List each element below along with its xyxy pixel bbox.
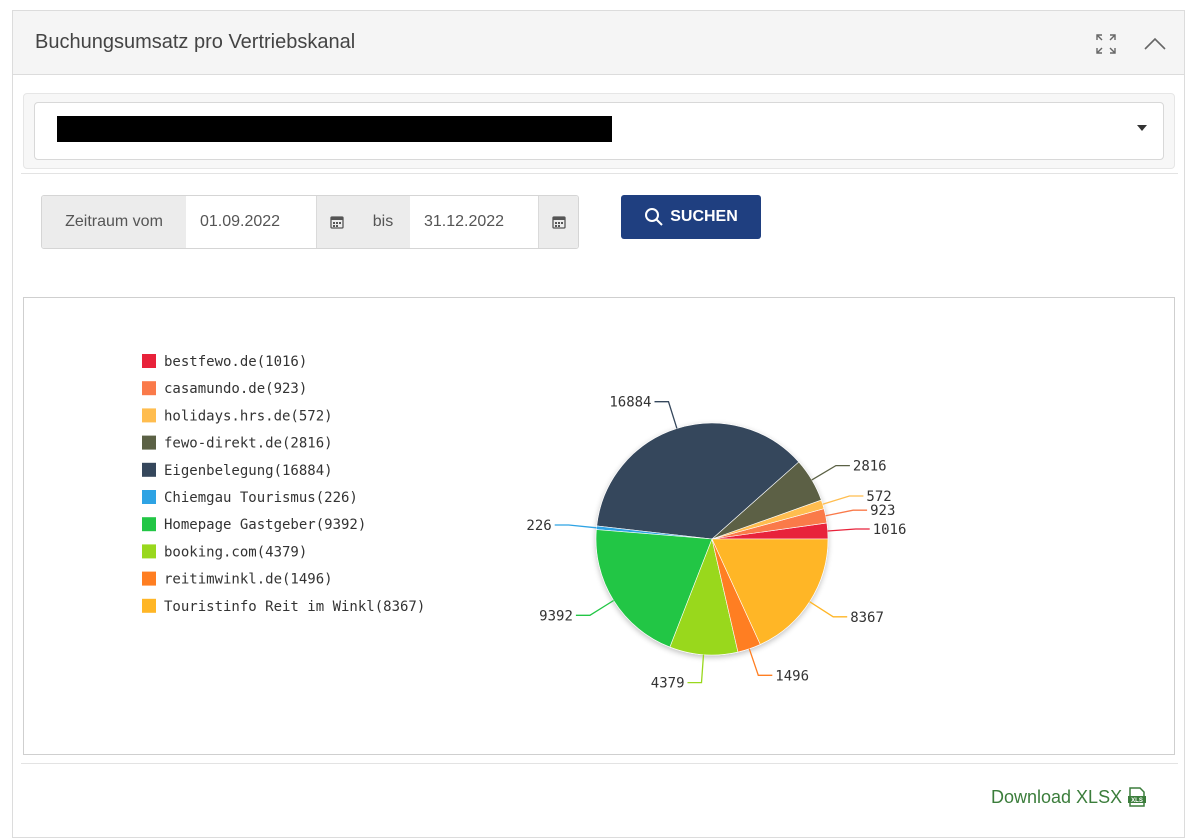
slice-value-label: 1016 (873, 522, 907, 538)
select-wrapper (23, 93, 1175, 169)
legend-label[interactable]: Homepage Gastgeber(9392) (164, 517, 366, 533)
caret-down-icon (1137, 125, 1147, 131)
leader-line (575, 599, 614, 616)
search-button-label: SUCHEN (670, 208, 738, 225)
legend-label[interactable]: reitimwinkl.de(1496) (164, 572, 333, 588)
pie-chart-area: bestfewo.de(1016) casamundo.de(923) holida… (23, 297, 1175, 755)
legend-label[interactable]: casamundo.de(923) (164, 381, 307, 397)
svg-text:XLS: XLS (1131, 798, 1143, 804)
leader-line (827, 528, 870, 532)
date-range-group: Zeitraum vom 01.09.2022 bis 31.12.2022 (41, 195, 579, 249)
object-select[interactable] (34, 102, 1164, 160)
date-from-input[interactable]: 01.09.2022 (186, 196, 316, 248)
chart-panel: Buchungsumsatz pro Vertriebskanal Zeitra… (12, 10, 1185, 838)
legend-label[interactable]: holidays.hrs.de(572) (164, 408, 333, 424)
leader-line (748, 648, 773, 676)
chevron-up-icon[interactable] (1140, 29, 1170, 59)
xlsx-file-icon: XLS (1128, 787, 1147, 807)
slice-value-label: 9392 (539, 608, 573, 624)
legend-swatch (142, 381, 156, 396)
slice-value-label: 923 (870, 503, 895, 519)
date-to-input[interactable]: 31.12.2022 (410, 196, 538, 248)
slice-value-label: 572 (866, 489, 891, 505)
leader-line (811, 464, 850, 481)
leader-line (809, 601, 848, 618)
legend-swatch (142, 462, 156, 477)
leader-line (687, 654, 705, 684)
legend-swatch (142, 408, 156, 423)
panel-header: Buchungsumsatz pro Vertriebskanal (13, 11, 1184, 75)
slice-value-label: 226 (526, 518, 551, 534)
legend-label[interactable]: fewo-direkt.de(2816) (164, 436, 333, 452)
expand-icon[interactable] (1091, 29, 1121, 59)
date-to-label: bis (356, 196, 410, 248)
legend-swatch (142, 598, 156, 613)
legend-swatch (142, 435, 156, 450)
download-label: Download XLSX (991, 786, 1123, 807)
slice-value-label: 2816 (853, 459, 887, 475)
divider (21, 173, 1178, 174)
search-button[interactable]: SUCHEN (621, 195, 761, 239)
redacted-selection (57, 116, 612, 142)
slice-value-label: 16884 (609, 395, 651, 411)
legend-label[interactable]: Chiemgau Tourismus(226) (164, 490, 358, 506)
leader-line (654, 401, 678, 429)
slice-value-label: 1496 (775, 668, 809, 684)
search-icon (645, 208, 663, 226)
slice-value-label: 4379 (651, 676, 685, 692)
pie-slices (595, 422, 829, 656)
calendar-icon[interactable] (538, 196, 578, 248)
legend-swatch (142, 354, 156, 368)
legend-swatch (142, 490, 156, 504)
date-from-label: Zeitraum vom (42, 196, 186, 248)
legend-label[interactable]: bestfewo.de(1016) (164, 354, 307, 370)
legend-swatch (142, 517, 156, 532)
leader-line (554, 524, 597, 529)
pie-chart: bestfewo.de(1016) casamundo.de(923) holida… (142, 354, 907, 692)
panel-title: Buchungsumsatz pro Vertriebskanal (35, 31, 356, 53)
divider (21, 763, 1178, 764)
legend-swatch (142, 571, 156, 586)
leader-line (822, 495, 864, 505)
legend-label[interactable]: Eigenbelegung(16884) (164, 463, 333, 479)
legend-label[interactable]: Touristinfo Reit im Winkl(8367) (164, 599, 425, 615)
legend-label[interactable]: booking.com(4379) (164, 544, 307, 560)
chart-legend: bestfewo.de(1016) casamundo.de(923) holida… (142, 354, 425, 615)
calendar-icon[interactable] (316, 196, 356, 248)
leader-line (825, 509, 868, 517)
slice-value-label: 8367 (850, 610, 884, 626)
download-xlsx-link[interactable]: Download XLSX XLS (991, 786, 1148, 808)
legend-swatch (142, 544, 156, 559)
